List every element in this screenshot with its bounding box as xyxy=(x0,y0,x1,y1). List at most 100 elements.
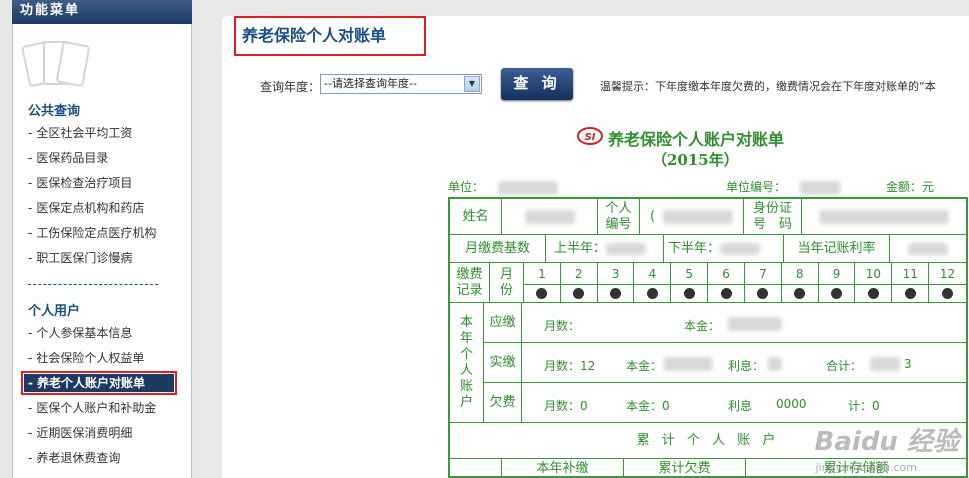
redacted-value xyxy=(800,180,841,195)
month-number-2: 2 xyxy=(560,263,598,285)
sidebar-item-recent-medical[interactable]: - 近期医保消费明细 xyxy=(28,424,132,442)
sidebar-item-label: 医保检查治疗项目 xyxy=(36,176,133,190)
month-label-line2: 份 xyxy=(499,282,513,298)
personal-id-partial: ( xyxy=(650,208,656,224)
menu-header: 功能菜单 xyxy=(12,0,192,24)
month-paid-cell-3 xyxy=(597,285,635,303)
month-paid-cell-10 xyxy=(855,285,893,303)
name-label: 姓名 xyxy=(450,199,502,235)
sidebar-item-avg-wage[interactable]: - 全区社会平均工资 xyxy=(28,124,132,142)
app-root: { "sidebar": { "header": "功能菜单", "sectio… xyxy=(0,0,969,478)
annual-account-char: 户 xyxy=(459,394,473,410)
baidu-watermark-url: jingyan.baidu.com xyxy=(815,461,917,474)
sidebar-item-basic-info[interactable]: - 个人参保基本信息 xyxy=(28,324,132,342)
sidebar-item-label: 个人参保基本信息 xyxy=(36,326,133,340)
redacted-value xyxy=(728,317,782,331)
baidu-watermark: Baidu 经验 xyxy=(814,427,959,457)
month-number-12: 12 xyxy=(929,263,966,285)
query-year-label: 查询年度： xyxy=(260,80,321,94)
sidebar-item-label: 医保药品目录 xyxy=(36,151,109,165)
pay-record-label: 缴费 记录 xyxy=(450,263,490,303)
name-value xyxy=(502,199,598,235)
month-paid-cell-1 xyxy=(524,285,561,303)
paid-dot-icon xyxy=(794,288,806,299)
paid-dot-icon xyxy=(904,288,916,299)
unit-code-label: 单位编号： xyxy=(726,180,787,194)
si-logo-icon: SI xyxy=(577,127,603,145)
annual-account-char: 本 xyxy=(459,314,473,330)
sidebar-item-drug-catalog[interactable]: - 医保药品目录 xyxy=(28,149,108,167)
paid-dot-icon xyxy=(942,288,954,299)
unit-label: 单位： xyxy=(448,180,485,194)
cards-decoration-icon xyxy=(22,41,90,87)
paid-interest: 利息： xyxy=(728,359,765,373)
sidebar-item-designated-institutions[interactable]: - 医保定点机构和药店 xyxy=(28,199,144,217)
sidebar-item-label: 社会保险个人权益单 xyxy=(36,351,145,365)
month-number-3: 3 xyxy=(597,263,635,285)
due-principal: 本金： xyxy=(684,319,721,333)
annual-account-char: 个 xyxy=(459,346,473,362)
month-number-4: 4 xyxy=(634,263,672,285)
month-number-1: 1 xyxy=(524,263,561,285)
month-number-9: 9 xyxy=(818,263,856,285)
redacted-value xyxy=(870,357,900,371)
personal-id-label: 个人 编号 xyxy=(598,199,640,235)
month-paid-cell-7 xyxy=(744,285,782,303)
pay-record-label-line1: 缴费 xyxy=(456,266,483,282)
paid-dot-icon xyxy=(573,288,585,299)
idcard-label: 身份证号 码 xyxy=(744,199,802,235)
sidebar-item-label: 医保定点机构和药店 xyxy=(36,201,145,215)
sidebar-item-label: 养老退休费查询 xyxy=(36,451,121,465)
paid-dot-icon xyxy=(610,288,622,299)
annual-account-char: 年 xyxy=(459,330,473,346)
rate-value xyxy=(890,235,966,263)
pay-record-label-line2: 记录 xyxy=(456,282,483,298)
query-year-select[interactable]: --请选择查询年度-- ▼ xyxy=(320,74,482,94)
sidebar-item-retirement-pay[interactable]: - 养老退休费查询 xyxy=(28,449,120,467)
chevron-down-icon[interactable]: ▼ xyxy=(464,76,480,92)
arrears-months: 月数：0 xyxy=(544,399,588,413)
month-paid-cell-5 xyxy=(671,285,709,303)
sidebar: 功能菜单 公共查询 - 全区社会平均工资 - 医保药品目录 - 医保检查治疗项目 -医… xyxy=(0,0,200,478)
month-paid-cell-11 xyxy=(892,285,930,303)
sidebar-item-label: 工伤保险定点医疗机构 xyxy=(36,226,157,240)
annual-account-char: 账 xyxy=(459,378,473,394)
bottom-col-supplement: 本年补缴 xyxy=(502,459,624,478)
month-number-5: 5 xyxy=(671,263,709,285)
idcard-label-line2: 号 码 xyxy=(752,216,792,232)
annual-account-label: 本 年 个 人 账 户 xyxy=(450,303,484,423)
due-label: 应缴 xyxy=(484,303,522,343)
month-number-10: 10 xyxy=(855,263,893,285)
annual-account-char: 人 xyxy=(459,362,473,378)
statement-year: （2015年） xyxy=(652,151,739,169)
rate-label: 当年记账利率 xyxy=(784,235,890,263)
month-paid-cell-4 xyxy=(634,285,672,303)
sidebar-item-pension-statement[interactable]: - 养老个人账户对账单 xyxy=(21,371,177,395)
redacted-value xyxy=(498,180,559,195)
sidebar-item-treatment-items[interactable]: - 医保检查治疗项目 xyxy=(28,174,132,192)
arrears-interest-value: 0000 xyxy=(776,397,807,411)
month-number-11: 11 xyxy=(892,263,930,285)
paid-dot-icon xyxy=(536,288,548,299)
sidebar-divider xyxy=(28,284,158,285)
sidebar-item-label: 职工医保门诊慢病 xyxy=(36,251,133,265)
second-half-field: 下半年： xyxy=(664,235,784,263)
paid-dot-icon xyxy=(720,288,732,299)
first-half-label: 上半年： xyxy=(554,240,607,256)
arrears-label: 欠费 xyxy=(484,383,522,423)
paid-label: 实缴 xyxy=(484,343,522,383)
personal-id-label-line2: 编号 xyxy=(605,216,632,232)
query-button[interactable]: 查 询 xyxy=(501,68,573,100)
sidebar-item-label: 医保个人账户和补助金 xyxy=(36,401,157,415)
section-title-public: 公共查询 xyxy=(28,104,81,119)
paid-dot-icon xyxy=(646,288,658,299)
sidebar-item-chronic-outpatient[interactable]: - 职工医保门诊慢病 xyxy=(28,249,132,267)
paid-dot-icon xyxy=(757,288,769,299)
month-paid-cell-6 xyxy=(708,285,745,303)
query-year-select-value: --请选择查询年度-- xyxy=(324,77,417,90)
sidebar-item-medical-account[interactable]: - 医保个人账户和补助金 xyxy=(28,399,156,417)
paid-dot-icon xyxy=(867,288,879,299)
sidebar-item-injury-hospitals[interactable]: - 工伤保险定点医疗机构 xyxy=(28,224,156,242)
month-label: 月份 xyxy=(490,263,524,303)
sidebar-item-rights-statement[interactable]: - 社会保险个人权益单 xyxy=(28,349,144,367)
